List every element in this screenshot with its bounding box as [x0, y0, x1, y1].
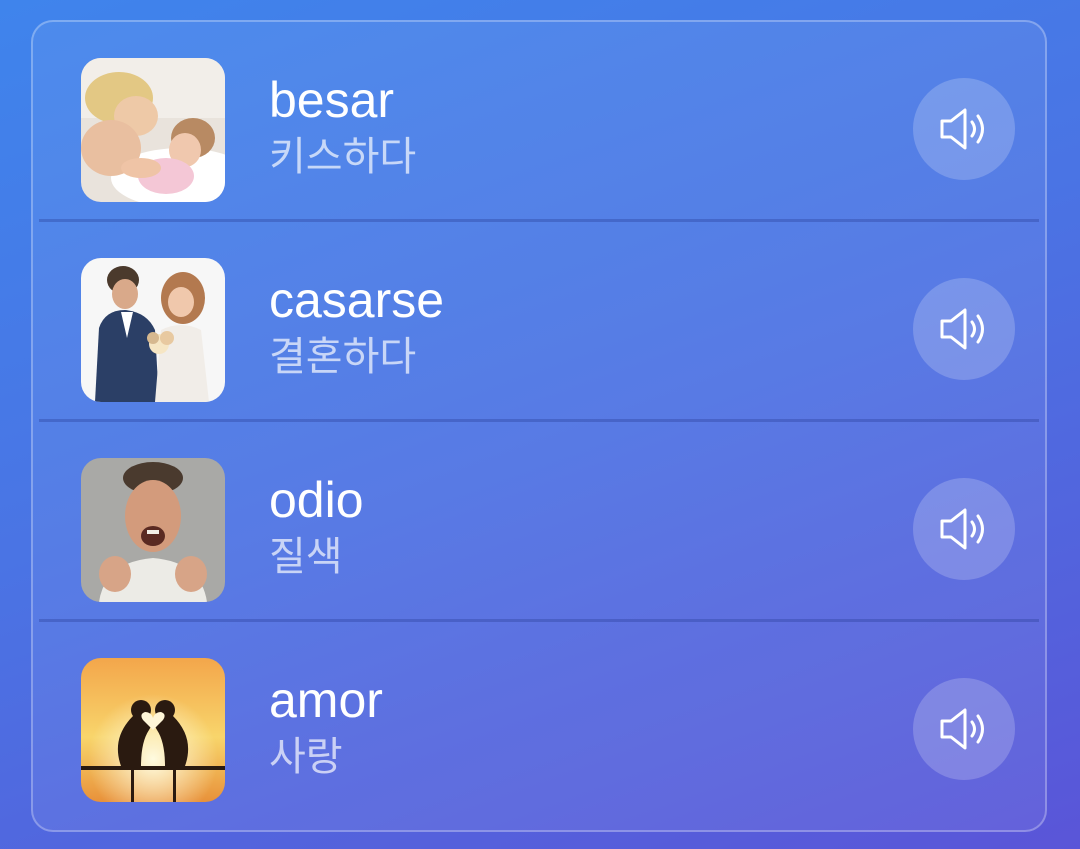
word-label: odio: [269, 472, 364, 528]
list-item[interactable]: odio 질색: [33, 422, 1045, 622]
play-audio-button[interactable]: [913, 678, 1015, 780]
translation-label: 사랑: [269, 734, 343, 780]
translation-label: 결혼하다: [269, 334, 417, 380]
list-item[interactable]: casarse 결혼하다: [33, 222, 1045, 422]
speaker-icon: [940, 708, 984, 750]
play-audio-button[interactable]: [913, 78, 1015, 180]
translation-label: 키스하다: [269, 134, 417, 180]
word-label: casarse: [269, 272, 445, 328]
word-image: [81, 58, 225, 202]
play-audio-button[interactable]: [913, 278, 1015, 380]
vocabulary-list: besar 키스하다 casarse 결혼하다 odio 질색 amor 사랑: [31, 20, 1047, 832]
word-label: besar: [269, 72, 395, 128]
word-label: amor: [269, 672, 383, 728]
list-item[interactable]: amor 사랑: [33, 622, 1045, 822]
word-image: [81, 658, 225, 802]
speaker-icon: [940, 308, 984, 350]
speaker-icon: [940, 508, 984, 550]
play-audio-button[interactable]: [913, 478, 1015, 580]
speaker-icon: [940, 108, 984, 150]
word-image: [81, 258, 225, 402]
word-image: [81, 458, 225, 602]
list-item[interactable]: besar 키스하다: [33, 22, 1045, 222]
translation-label: 질색: [269, 534, 343, 580]
